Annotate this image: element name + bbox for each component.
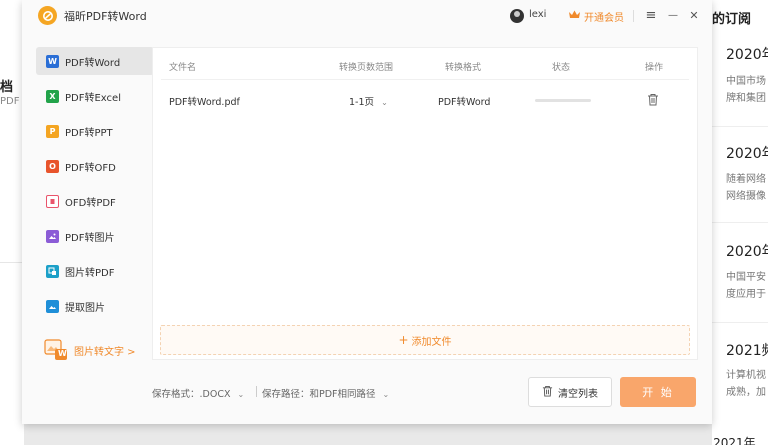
- titlebar-divider: [633, 10, 634, 22]
- sidebar-item-label: PDF转图片: [65, 232, 115, 244]
- background-app-right: 的订阅 2020年 中国市场 牌和集团 2020年 随着网络 网络摄像 2020…: [712, 0, 768, 445]
- sidebar-item-label: PDF转Excel: [65, 92, 121, 104]
- sidebar-item-ofd-to-pdf[interactable]: OFD转PDF: [36, 187, 154, 215]
- chevron-down-icon: ⌄: [382, 390, 390, 399]
- add-file-label: 添加文件: [411, 336, 452, 348]
- sidebar-item-pdf-to-word[interactable]: W PDF转Word: [36, 47, 154, 75]
- app-title: 福昕PDF转Word: [64, 10, 147, 23]
- background-article-year: 05 2021年: [712, 436, 756, 445]
- close-icon[interactable]: ✕: [686, 7, 702, 23]
- background-article-line: 随着网络: [726, 174, 766, 185]
- crown-icon: [568, 9, 581, 23]
- bottom-bar: 保存格式：.DOCX ⌄ 保存路径：和PDF相同路径 ⌄ 清空列表 开 始: [22, 372, 712, 412]
- word-icon: W: [46, 54, 59, 68]
- plus-icon: +: [398, 333, 409, 347]
- page-range-value: 1-1页: [349, 97, 375, 108]
- extract-image-icon: [46, 299, 59, 313]
- background-left-subtext: PDF: [0, 96, 20, 107]
- open-membership-link[interactable]: 开通会员: [584, 9, 624, 24]
- sidebar-item-label: 图片转PDF: [65, 267, 115, 279]
- sidebar-item-label: OFD转PDF: [65, 197, 116, 209]
- start-label: 开 始: [642, 386, 674, 399]
- chevron-down-icon: ⌄: [381, 98, 388, 107]
- page-range-select[interactable]: 1-1页 ⌄: [349, 94, 388, 108]
- promo-label: 图片转文字 >: [74, 346, 136, 358]
- column-header-format: 转换格式: [445, 63, 482, 73]
- background-article-line: 中国市场: [726, 76, 766, 87]
- save-path-select[interactable]: 保存路径：和PDF相同路径 ⌄: [262, 386, 389, 400]
- status-progress-bar: [535, 99, 591, 102]
- background-right-heading: 的订阅: [712, 12, 752, 27]
- clear-list-label: 清空列表: [558, 388, 598, 400]
- background-article-line: 中国平安: [726, 272, 766, 283]
- column-header-actions: 操作: [645, 63, 664, 73]
- table-header: 文件名 转换页数范围 转换格式 状态 操作: [153, 48, 699, 80]
- file-name: PDF转Word.pdf: [169, 97, 240, 108]
- file-list-panel: 文件名 转换页数范围 转换格式 状态 操作 PDF转Word.pdf 1-1页 …: [152, 47, 698, 360]
- ofd-icon: O: [46, 159, 59, 173]
- background-separator: [712, 322, 768, 323]
- image-icon: [46, 229, 59, 243]
- sidebar-item-pdf-to-excel[interactable]: X PDF转Excel: [36, 82, 154, 110]
- ppt-icon: P: [46, 124, 59, 138]
- bottom-divider: [256, 386, 257, 397]
- save-format-label: 保存格式：.DOCX: [152, 389, 231, 400]
- app-logo-icon: [38, 6, 57, 25]
- image-to-pdf-icon: [46, 264, 59, 278]
- sidebar-item-label: PDF转PPT: [65, 127, 113, 139]
- background-article-year: 2021频: [726, 343, 768, 359]
- avatar[interactable]: [510, 9, 524, 23]
- sidebar-item-label: PDF转OFD: [65, 162, 116, 174]
- minimize-icon[interactable]: —: [665, 7, 681, 23]
- sidebar-item-pdf-to-image[interactable]: PDF转图片: [36, 222, 154, 250]
- save-path-label: 保存路径：和PDF相同路径: [262, 389, 376, 400]
- background-separator: [712, 222, 768, 223]
- background-separator: [712, 126, 768, 127]
- sidebar-item-pdf-to-ofd[interactable]: O PDF转OFD: [36, 152, 154, 180]
- background-app-left: 档 PDF: [0, 0, 24, 445]
- column-header-status: 状态: [552, 63, 571, 73]
- ofd-to-pdf-icon: [46, 194, 59, 208]
- background-article-line: 度应用于: [726, 289, 766, 300]
- excel-icon: X: [46, 89, 59, 103]
- chevron-down-icon: ⌄: [237, 390, 245, 399]
- add-file-button[interactable]: + 添加文件: [160, 325, 690, 355]
- header-divider: [161, 79, 689, 80]
- start-button[interactable]: 开 始: [620, 377, 696, 407]
- trash-icon: [542, 385, 553, 400]
- sidebar-item-label: 提取图片: [65, 302, 105, 314]
- background-left-heading: 档: [0, 80, 14, 95]
- column-header-page-range: 转换页数范围: [339, 63, 394, 73]
- menu-icon[interactable]: ≡: [643, 7, 659, 23]
- background-article-line: 计算机视: [726, 370, 766, 381]
- save-format-select[interactable]: 保存格式：.DOCX ⌄: [152, 386, 244, 400]
- clear-list-button[interactable]: 清空列表: [528, 377, 612, 407]
- sidebar-item-extract-images[interactable]: 提取图片: [36, 292, 154, 320]
- background-article-line: 牌和集团: [726, 93, 766, 104]
- title-bar: 福昕PDF转Word lexi 开通会员 ≡ — ✕: [22, 0, 712, 32]
- column-header-filename: 文件名: [169, 63, 197, 73]
- converter-window: 福昕PDF转Word lexi 开通会员 ≡ — ✕ W PDF转Word X …: [22, 0, 712, 424]
- sidebar-item-pdf-to-ppt[interactable]: P PDF转PPT: [36, 117, 154, 145]
- background-article-line: 网络摄像: [726, 191, 766, 202]
- image-to-text-promo[interactable]: W 图片转文字 >: [44, 338, 154, 362]
- image-to-text-icon: W: [44, 339, 68, 361]
- background-article-year: 2020年: [726, 146, 768, 162]
- background-article-line: 成熟，加: [726, 387, 766, 398]
- background-left-divider: [0, 262, 24, 263]
- username[interactable]: lexi: [529, 9, 546, 20]
- sidebar-item-image-to-pdf[interactable]: 图片转PDF: [36, 257, 154, 285]
- table-row: PDF转Word.pdf 1-1页 ⌄ PDF转Word: [153, 84, 699, 116]
- promo-badge: W: [58, 349, 67, 358]
- conversion-format: PDF转Word: [438, 97, 491, 108]
- background-article-year: 2020年: [726, 47, 768, 63]
- background-article-year: 2020年: [726, 244, 768, 260]
- trash-icon[interactable]: [647, 93, 659, 109]
- sidebar-item-label: PDF转Word: [65, 57, 121, 69]
